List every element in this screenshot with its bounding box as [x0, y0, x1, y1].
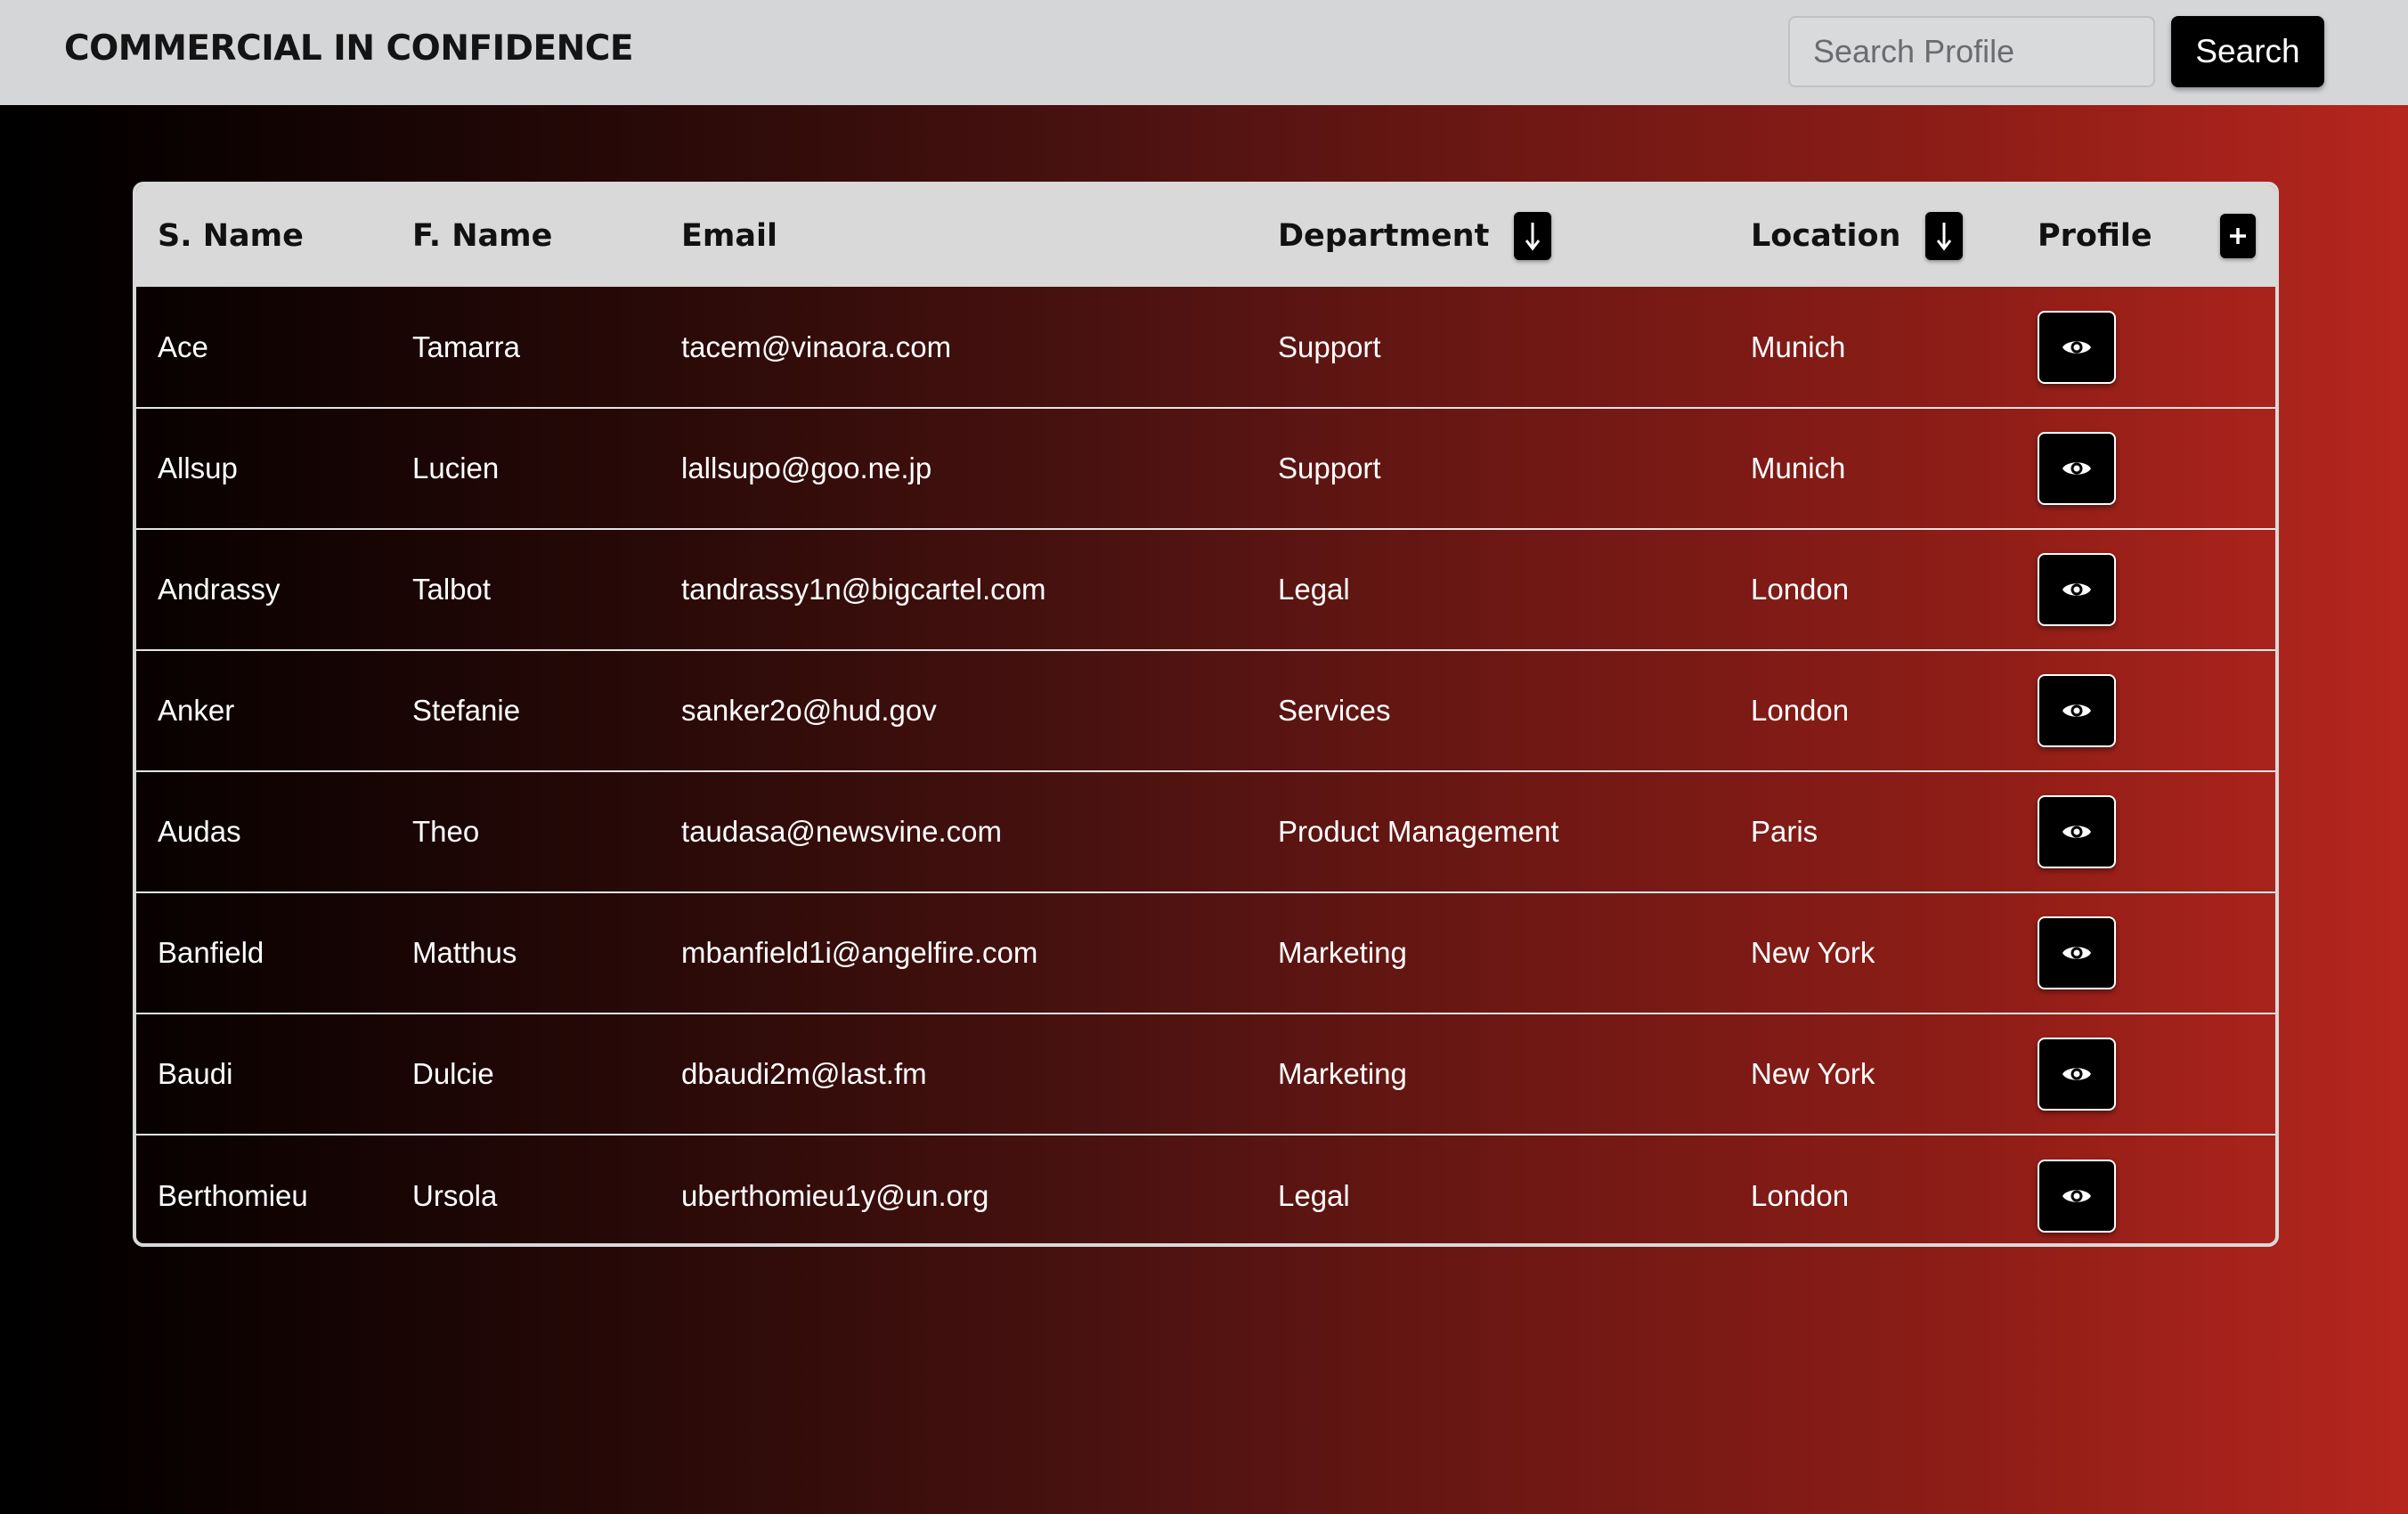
table-row: Allsup Lucien lallsupo@goo.ne.jp Support Mun…: [136, 408, 2275, 529]
cell-email: tacem@vinaora.com: [681, 330, 952, 363]
cell-first-name: Matthus: [412, 936, 517, 969]
column-header-location: Location: [1729, 185, 2016, 287]
view-profile-button[interactable]: [2038, 916, 2116, 989]
view-profile-button[interactable]: [2038, 1159, 2116, 1233]
column-header-email: Email: [681, 218, 777, 254]
brand-title: COMMERCIAL IN CONFIDENCE: [64, 28, 634, 69]
view-profile-button[interactable]: [2038, 432, 2116, 505]
cell-location: London: [1751, 573, 1850, 606]
eye-icon: [2062, 340, 2091, 354]
cell-location: London: [1751, 1178, 1850, 1212]
table-row: Andrassy Talbot tandrassy1n@bigcartel.com L…: [136, 529, 2275, 650]
cell-email: mbanfield1i@angelfire.com: [681, 936, 1038, 969]
cell-location: New York: [1751, 1057, 1875, 1090]
cell-email: uberthomieu1y@un.org: [681, 1178, 989, 1212]
eye-icon: [2062, 704, 2091, 717]
cell-email: taudasa@newsvine.com: [681, 815, 1003, 848]
eye-icon: [2062, 1189, 2091, 1202]
table-row: Baudi Dulcie dbaudi2m@last.fm Marketing New …: [136, 1013, 2275, 1135]
cell-department: Legal: [1278, 573, 1350, 606]
cell-surname: Audas: [158, 815, 241, 848]
table-row: Anker Stefanie sanker2o@hud.gov Services Lon…: [136, 650, 2275, 771]
cell-profile: [2016, 408, 2275, 529]
arrow-down-icon: [1937, 223, 1952, 251]
cell-profile: [2016, 287, 2275, 408]
table-body: Ace Tamarra tacem@vinaora.com Support Munich…: [136, 287, 2275, 1243]
cell-first-name: Dulcie: [412, 1057, 494, 1090]
cell-email: tandrassy1n@bigcartel.com: [681, 573, 1046, 606]
cell-department: Marketing: [1278, 936, 1407, 969]
location-sort-button[interactable]: [1925, 212, 1964, 260]
cell-location: Paris: [1751, 815, 1818, 848]
department-sort-button[interactable]: [1514, 212, 1552, 260]
cell-profile: [2016, 892, 2275, 1013]
cell-location: Munich: [1751, 330, 1846, 363]
cell-first-name: Stefanie: [412, 694, 521, 727]
profiles-table: S. Name F. Name Email Department Locatio…: [136, 185, 2275, 1243]
eye-icon: [2062, 1068, 2091, 1080]
search-button[interactable]: Search: [2171, 16, 2324, 87]
column-header-surname: S. Name: [158, 218, 304, 254]
cell-profile: [2016, 529, 2275, 650]
table-row: Banfield Matthus mbanfield1i@angelfire.com…: [136, 892, 2275, 1013]
cell-email: dbaudi2m@last.fm: [681, 1057, 927, 1090]
view-profile-button[interactable]: [2038, 553, 2116, 626]
plus-icon: [2229, 228, 2246, 244]
cell-department: Product Management: [1278, 815, 1559, 848]
column-header-profile: Profile: [2016, 185, 2275, 287]
column-header-department: Department: [1257, 185, 1729, 287]
profiles-table-card: S. Name F. Name Email Department Locatio…: [133, 182, 2279, 1247]
cell-first-name: Lucien: [412, 452, 500, 484]
cell-department: Legal: [1278, 1178, 1350, 1212]
cell-surname: Allsup: [158, 452, 238, 484]
view-profile-button[interactable]: [2038, 795, 2116, 868]
cell-surname: Banfield: [158, 936, 264, 969]
eye-icon: [2062, 583, 2091, 596]
cell-surname: Baudi: [158, 1057, 233, 1090]
cell-profile: [2016, 771, 2275, 892]
column-header-first-name: F. Name: [412, 218, 553, 254]
cell-first-name: Tamarra: [412, 330, 521, 363]
cell-profile: [2016, 1135, 2275, 1243]
profile-header-label: Profile: [2038, 218, 2152, 254]
cell-surname: Ace: [158, 330, 208, 363]
cell-first-name: Talbot: [412, 573, 492, 606]
view-profile-button[interactable]: [2038, 310, 2116, 384]
department-header-label: Department: [1278, 218, 1490, 254]
cell-department: Marketing: [1278, 1057, 1407, 1090]
cell-department: Support: [1278, 452, 1381, 484]
cell-surname: Andrassy: [158, 573, 281, 606]
arrow-down-icon: [1525, 223, 1541, 251]
cell-email: sanker2o@hud.gov: [681, 694, 937, 727]
cell-location: Munich: [1751, 452, 1846, 484]
view-profile-button[interactable]: [2038, 674, 2116, 747]
eye-icon: [2062, 462, 2091, 475]
cell-department: Services: [1278, 694, 1391, 727]
cell-profile: [2016, 650, 2275, 771]
add-profile-button[interactable]: [2219, 214, 2256, 258]
cell-first-name: Theo: [412, 815, 480, 848]
eye-icon: [2062, 826, 2091, 838]
cell-location: New York: [1751, 936, 1875, 969]
view-profile-button[interactable]: [2038, 1038, 2116, 1111]
location-header-label: Location: [1751, 218, 1901, 254]
table-row: Berthomieu Ursola uberthomieu1y@un.org Lega…: [136, 1135, 2275, 1243]
table-row: Audas Theo taudasa@newsvine.com Product Man…: [136, 771, 2275, 892]
cell-email: lallsupo@goo.ne.jp: [681, 452, 932, 484]
top-bar: COMMERCIAL IN CONFIDENCE Search: [0, 0, 2408, 105]
cell-location: London: [1751, 694, 1850, 727]
table-header-row: S. Name F. Name Email Department Locatio…: [136, 185, 2275, 287]
cell-first-name: Ursola: [412, 1178, 498, 1212]
search-input[interactable]: [1788, 16, 2155, 87]
cell-department: Support: [1278, 330, 1381, 363]
cell-surname: Berthomieu: [158, 1178, 308, 1212]
eye-icon: [2062, 947, 2091, 959]
cell-profile: [2016, 1013, 2275, 1135]
cell-surname: Anker: [158, 694, 235, 727]
table-row: Ace Tamarra tacem@vinaora.com Support Munich: [136, 287, 2275, 408]
